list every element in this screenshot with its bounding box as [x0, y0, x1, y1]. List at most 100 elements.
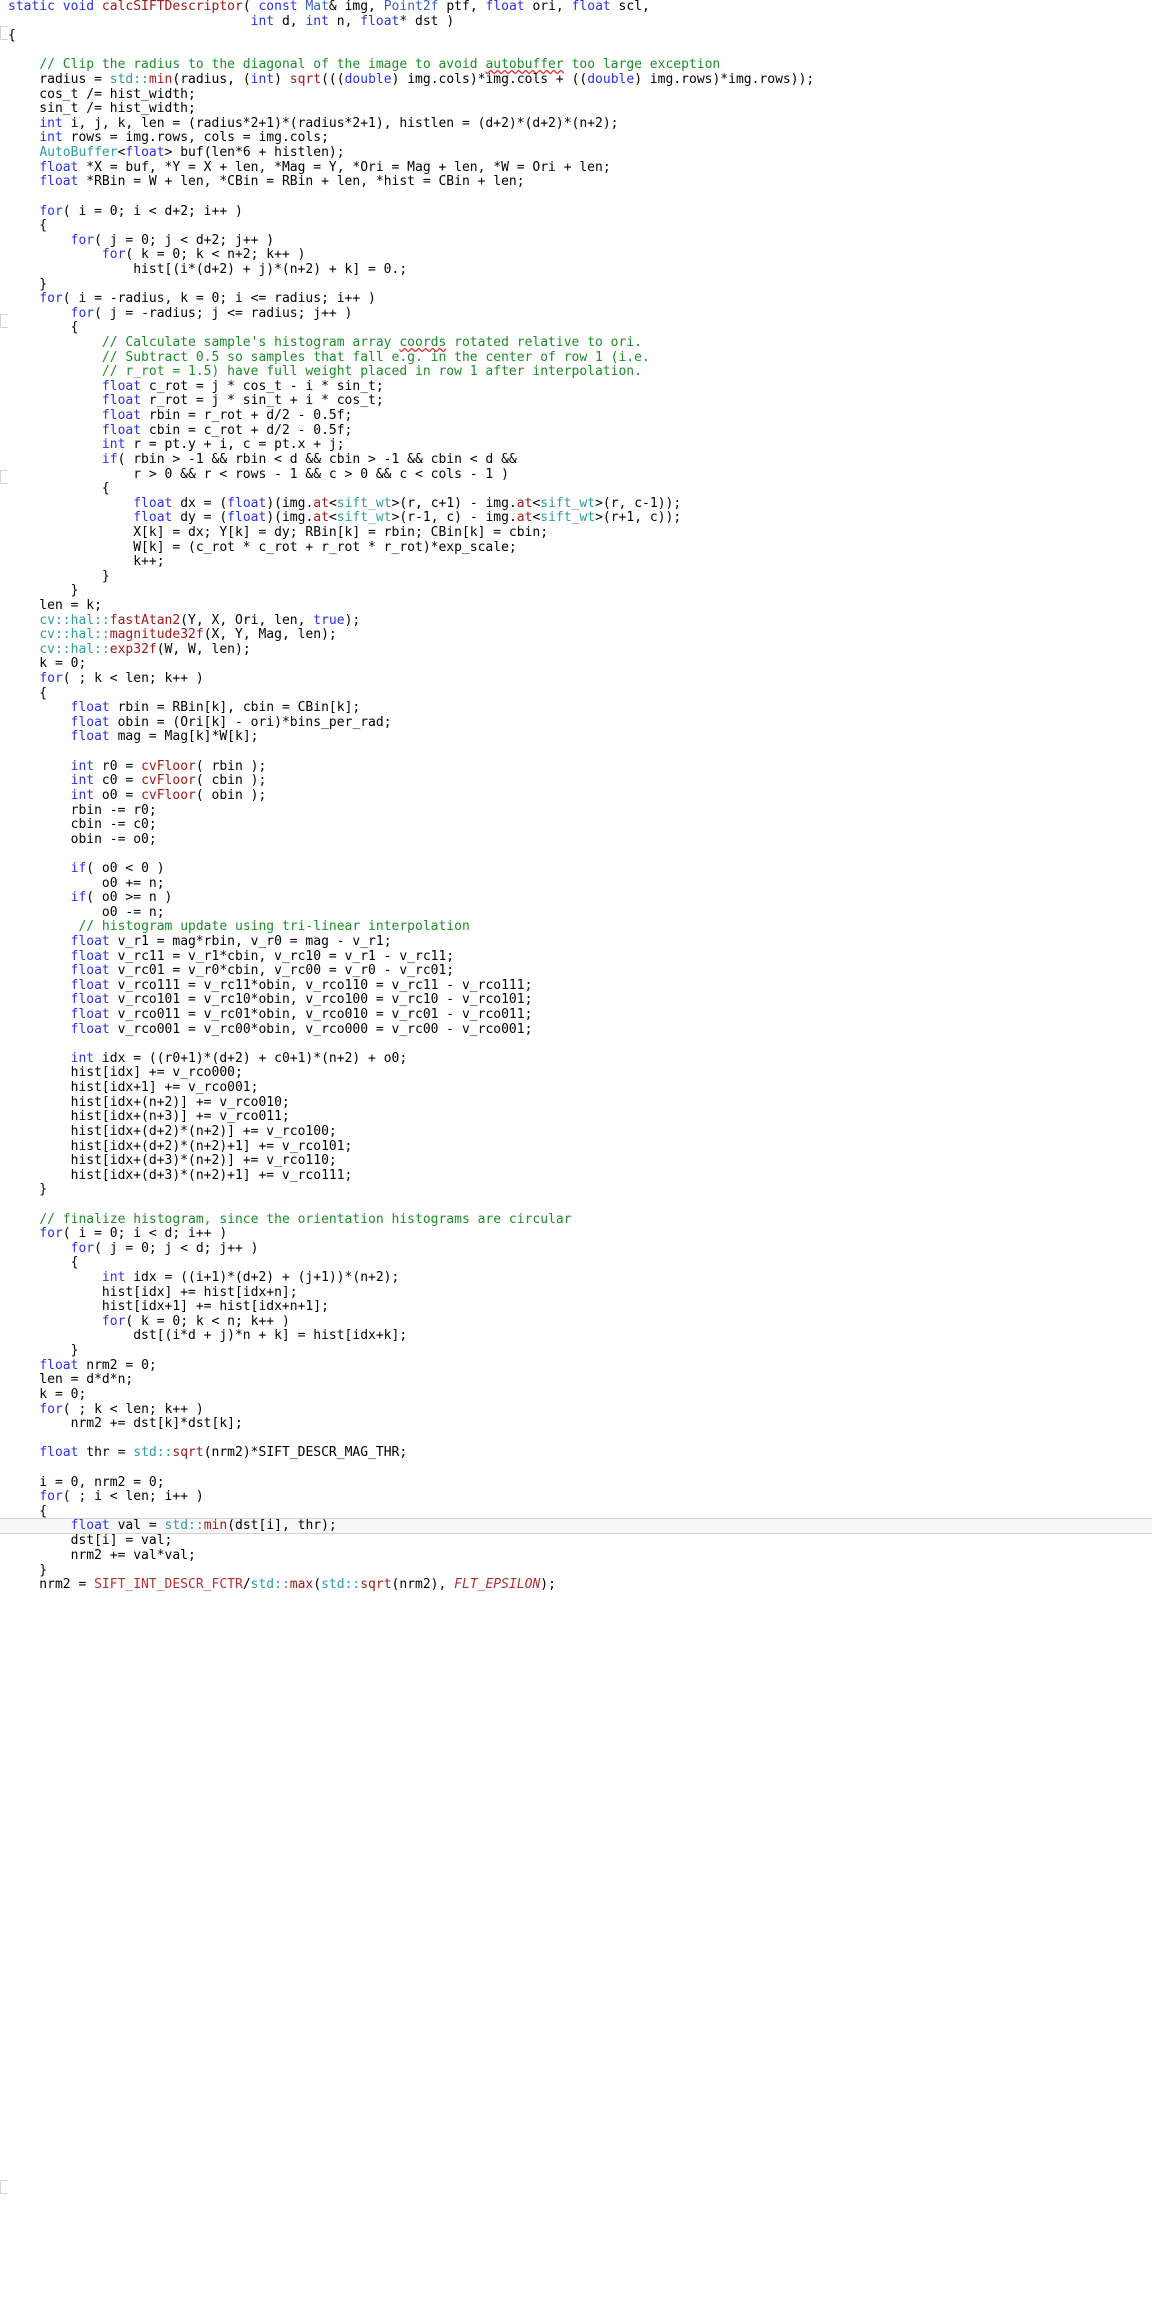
code-line[interactable]: nrm2 += val*val; — [0, 1548, 1152, 1564]
code-line[interactable]: hist[idx+(n+2)] += v_rco010; — [0, 1095, 1152, 1111]
code-line[interactable]: { — [0, 28, 1152, 44]
code-line[interactable]: cbin -= c0; — [0, 817, 1152, 833]
code-line[interactable]: int r = pt.y + i, c = pt.x + j; — [0, 437, 1152, 453]
code-line[interactable]: hist[idx+(d+2)*(n+2)+1] += v_rco101; — [0, 1139, 1152, 1155]
code-line[interactable]: } — [0, 1563, 1152, 1579]
code-line[interactable]: cv::hal::fastAtan2(Y, X, Ori, len, true)… — [0, 613, 1152, 629]
code-line[interactable]: float mag = Mag[k]*W[k]; — [0, 730, 1152, 745]
code-line[interactable]: hist[idx+1] += v_rco001; — [0, 1080, 1152, 1096]
code-line[interactable]: if( o0 < 0 ) — [0, 861, 1152, 877]
code-line[interactable]: for( k = 0; k < n; k++ ) — [0, 1314, 1152, 1330]
code-line[interactable]: X[k] = dx; Y[k] = dy; RBin[k] = rbin; CB… — [0, 525, 1152, 541]
code-line[interactable]: } — [0, 1343, 1152, 1359]
code-line[interactable]: int c0 = cvFloor( cbin ); — [0, 773, 1152, 789]
code-line[interactable]: { — [0, 686, 1152, 702]
code-line[interactable]: // Calculate sample's histogram array co… — [0, 335, 1152, 351]
code-line[interactable]: for( ; i < len; i++ ) — [0, 1489, 1152, 1505]
code-line[interactable]: hist[idx] += hist[idx+n]; — [0, 1285, 1152, 1301]
code-line[interactable]: { — [0, 1256, 1152, 1271]
code-line[interactable]: float cbin = c_rot + d/2 - 0.5f; — [0, 423, 1152, 439]
code-line[interactable] — [0, 1198, 1152, 1213]
code-line[interactable]: int r0 = cvFloor( rbin ); — [0, 759, 1152, 775]
code-line[interactable] — [0, 745, 1152, 760]
code-line[interactable]: int idx = ((r0+1)*(d+2) + c0+1)*(n+2) + … — [0, 1051, 1152, 1067]
code-line[interactable]: hist[(i*(d+2) + j)*(n+2) + k] = 0.; — [0, 262, 1152, 278]
code-text-area[interactable]: static void calcSIFTDescriptor( const Ma… — [0, 0, 1152, 1593]
code-line[interactable]: int i, j, k, len = (radius*2+1)*(radius*… — [0, 116, 1152, 132]
code-line[interactable]: float v_rc01 = v_r0*cbin, v_rc00 = v_r0 … — [0, 963, 1152, 979]
code-line[interactable]: dst[(i*d + j)*n + k] = hist[idx+k]; — [0, 1329, 1152, 1344]
code-line[interactable]: cv::hal::exp32f(W, W, len); — [0, 642, 1152, 658]
code-line[interactable]: } — [0, 584, 1152, 599]
code-line[interactable]: for( ; k < len; k++ ) — [0, 1402, 1152, 1418]
code-line[interactable]: int o0 = cvFloor( obin ); — [0, 788, 1152, 804]
code-line[interactable]: o0 += n; — [0, 876, 1152, 892]
code-line[interactable]: if( rbin > -1 && rbin < d && cbin > -1 &… — [0, 452, 1152, 468]
code-line[interactable]: // Clip the radius to the diagonal of th… — [0, 58, 1152, 73]
code-line[interactable]: float dx = (float)(img.at<sift_wt>(r, c+… — [0, 496, 1152, 512]
code-line[interactable]: for( j = 0; j < d+2; j++ ) — [0, 233, 1152, 249]
code-line[interactable]: len = d*d*n; — [0, 1372, 1152, 1388]
code-line[interactable]: { — [0, 218, 1152, 234]
code-line[interactable]: radius = std::min(radius, (int) sqrt(((d… — [0, 72, 1152, 88]
code-line[interactable]: nrm2 = SIFT_INT_DESCR_FCTR/std::max(std:… — [0, 1577, 1152, 1593]
code-line[interactable]: nrm2 += dst[k]*dst[k]; — [0, 1416, 1152, 1432]
code-line[interactable]: // finalize histogram, since the orienta… — [0, 1212, 1152, 1228]
code-line[interactable] — [0, 847, 1152, 862]
code-line[interactable]: static void calcSIFTDescriptor( const Ma… — [0, 0, 1152, 15]
code-line[interactable]: if( o0 >= n ) — [0, 890, 1152, 906]
code-line[interactable] — [0, 1432, 1152, 1447]
code-line[interactable]: hist[idx] += v_rco000; — [0, 1066, 1152, 1081]
code-line[interactable]: for( i = 0; i < d+2; i++ ) — [0, 204, 1152, 220]
code-line[interactable]: int rows = img.rows, cols = img.cols; — [0, 131, 1152, 146]
code-line[interactable]: float v_rco101 = v_rc10*obin, v_rco100 =… — [0, 993, 1152, 1008]
code-fold-marker-icon[interactable] — [0, 2180, 8, 2194]
code-line[interactable]: float v_rco011 = v_rc01*obin, v_rco010 =… — [0, 1007, 1152, 1023]
code-line[interactable]: len = k; — [0, 598, 1152, 614]
code-line[interactable]: dst[i] = val; — [0, 1534, 1152, 1549]
code-line[interactable]: float rbin = r_rot + d/2 - 0.5f; — [0, 408, 1152, 424]
code-line[interactable] — [0, 1461, 1152, 1476]
code-line[interactable]: for( ; k < len; k++ ) — [0, 671, 1152, 687]
code-line[interactable] — [0, 190, 1152, 205]
code-line[interactable]: int d, int n, float* dst ) — [0, 14, 1152, 30]
code-line[interactable]: // Subtract 0.5 so samples that fall e.g… — [0, 350, 1152, 366]
code-line[interactable]: float *X = buf, *Y = X + len, *Mag = Y, … — [0, 160, 1152, 176]
code-line[interactable]: sin_t /= hist_width; — [0, 101, 1152, 117]
code-line[interactable]: obin -= o0; — [0, 832, 1152, 848]
code-line[interactable]: for( k = 0; k < n+2; k++ ) — [0, 248, 1152, 263]
code-line[interactable]: AutoBuffer<float> buf(len*6 + histlen); — [0, 145, 1152, 161]
code-line[interactable]: r > 0 && r < rows - 1 && c > 0 && c < co… — [0, 467, 1152, 483]
code-line[interactable]: float thr = std::sqrt(nrm2)*SIFT_DESCR_M… — [0, 1446, 1152, 1461]
code-line[interactable]: float v_r1 = mag*rbin, v_r0 = mag - v_r1… — [0, 934, 1152, 950]
code-line[interactable]: for( i = 0; i < d; i++ ) — [0, 1226, 1152, 1242]
code-line[interactable]: rbin -= r0; — [0, 803, 1152, 819]
code-line[interactable]: float rbin = RBin[k], cbin = CBin[k]; — [0, 700, 1152, 716]
code-line[interactable]: // histogram update using tri-linear int… — [0, 920, 1152, 935]
code-line[interactable]: for( j = 0; j < d; j++ ) — [0, 1241, 1152, 1257]
code-line[interactable]: float val = std::min(dst[i], thr); — [0, 1518, 1152, 1535]
code-line[interactable]: cos_t /= hist_width; — [0, 87, 1152, 103]
code-line[interactable]: k++; — [0, 554, 1152, 570]
code-line[interactable]: for( j = -radius; j <= radius; j++ ) — [0, 306, 1152, 322]
code-line[interactable] — [0, 1037, 1152, 1052]
code-line[interactable] — [0, 44, 1152, 59]
code-line[interactable]: hist[idx+(n+3)] += v_rco011; — [0, 1110, 1152, 1125]
code-line[interactable]: } — [0, 1183, 1152, 1198]
code-line[interactable]: float c_rot = j * cos_t - i * sin_t; — [0, 379, 1152, 395]
code-line[interactable]: for( i = -radius, k = 0; i <= radius; i+… — [0, 291, 1152, 307]
code-line[interactable]: { — [0, 321, 1152, 336]
code-line[interactable]: { — [0, 1504, 1152, 1520]
code-line[interactable]: float r_rot = j * sin_t + i * cos_t; — [0, 394, 1152, 409]
code-line[interactable]: o0 -= n; — [0, 905, 1152, 921]
code-line[interactable]: hist[idx+(d+2)*(n+2)] += v_rco100; — [0, 1124, 1152, 1140]
code-line[interactable]: float nrm2 = 0; — [0, 1358, 1152, 1374]
code-line[interactable]: i = 0, nrm2 = 0; — [0, 1475, 1152, 1491]
code-line[interactable]: hist[idx+(d+3)*(n+2)+1] += v_rco111; — [0, 1168, 1152, 1184]
code-line[interactable]: // r_rot = 1.5) have full weight placed … — [0, 364, 1152, 380]
code-line[interactable]: hist[idx+(d+3)*(n+2)] += v_rco110; — [0, 1153, 1152, 1169]
code-line[interactable]: } — [0, 277, 1152, 293]
code-line[interactable]: k = 0; — [0, 1387, 1152, 1403]
code-line[interactable]: float v_rco001 = v_rc00*obin, v_rco000 =… — [0, 1022, 1152, 1038]
code-line[interactable]: k = 0; — [0, 657, 1152, 672]
